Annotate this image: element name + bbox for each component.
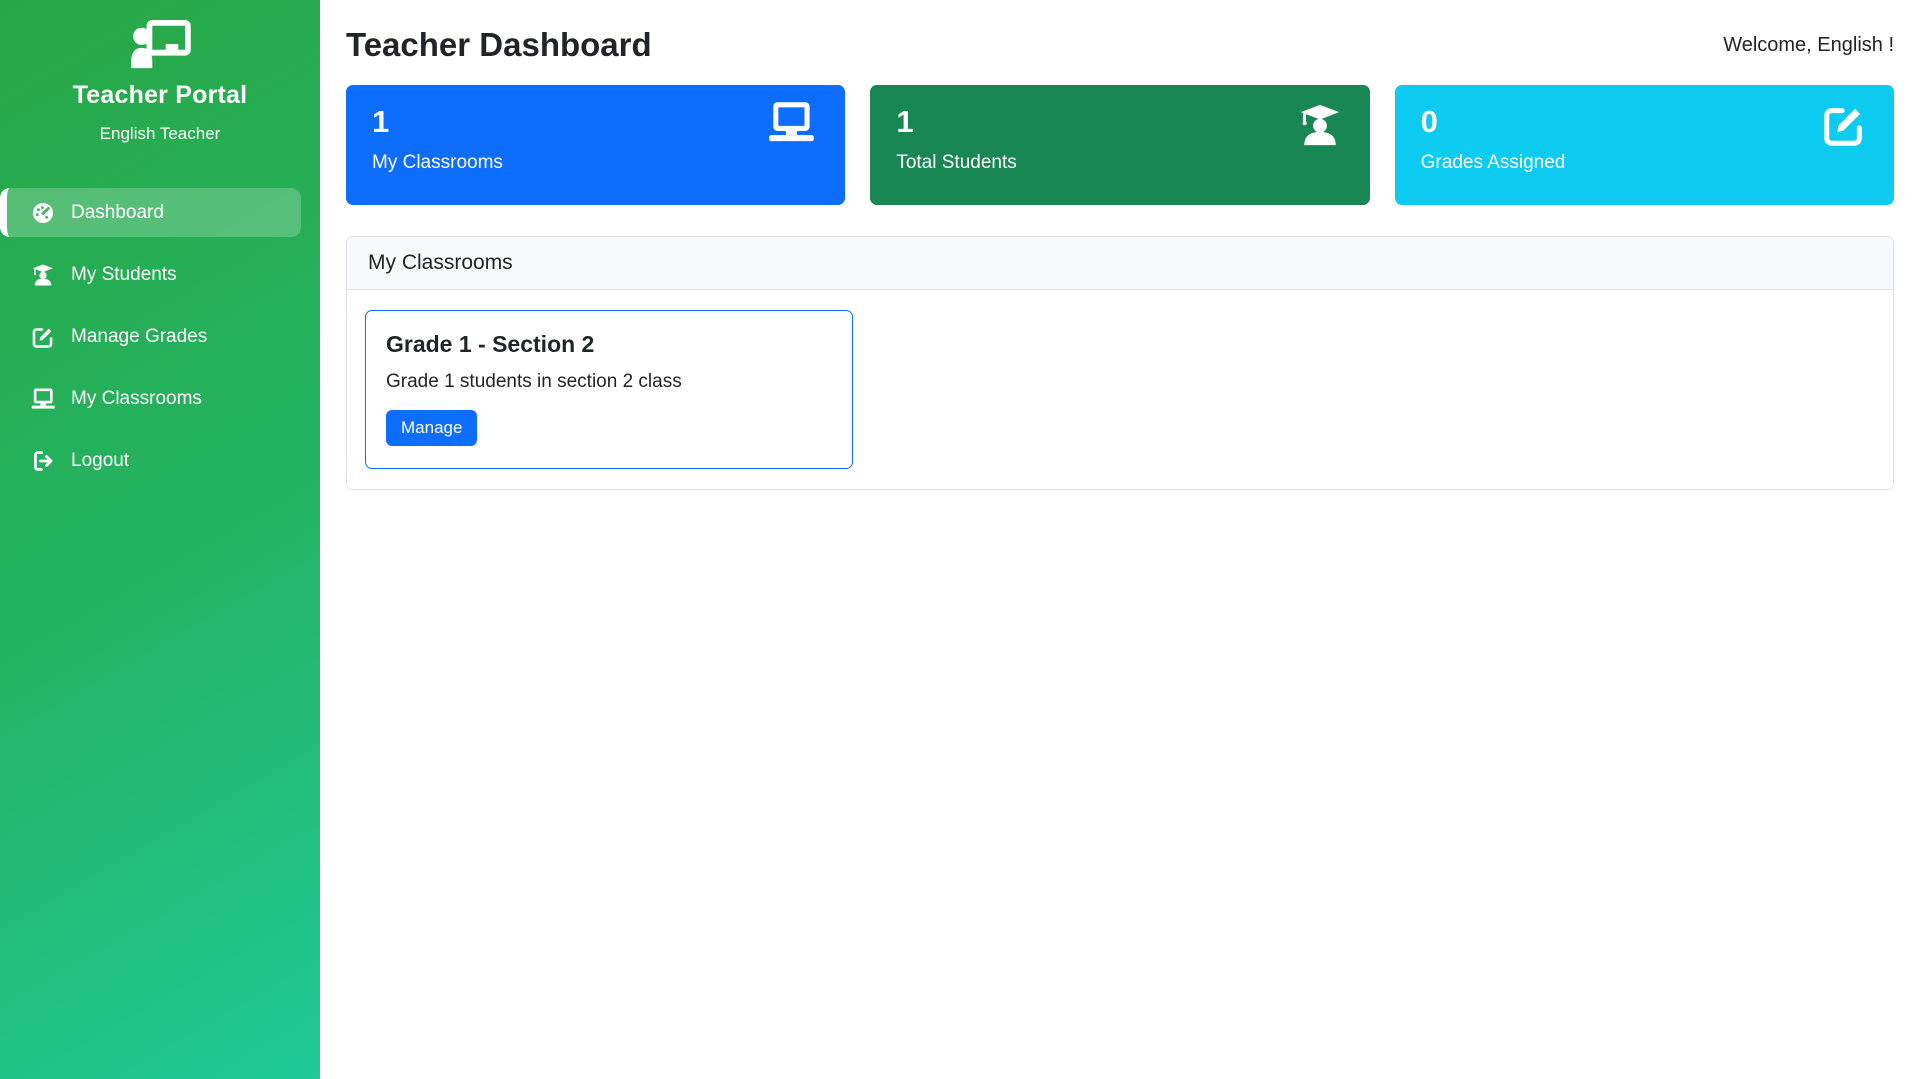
sign-out-icon [28,449,58,473]
sidebar-item-manage-grades[interactable]: Manage Grades [0,312,301,361]
user-graduate-icon [1297,102,1343,153]
sidebar-item-label: Logout [71,450,129,472]
user-graduate-icon [28,263,58,287]
sidebar-item-label: Dashboard [71,202,164,224]
edit-icon [28,325,58,349]
laptop-icon [764,102,818,148]
chalkboard-teacher-icon [129,20,191,75]
stat-value: 1 [372,105,819,139]
brand: Teacher Portal English Teacher [0,0,320,144]
stat-label: Grades Assigned [1421,152,1868,174]
page-header: Teacher Dashboard Welcome, English ! [346,26,1894,64]
classroom-name: Grade 1 - Section 2 [386,331,832,358]
app-title: Teacher Portal [0,81,320,110]
stat-card-my-classrooms: 1 My Classrooms [346,85,845,205]
page-title: Teacher Dashboard [346,26,652,64]
sidebar-item-dashboard[interactable]: Dashboard [0,188,301,237]
app-subtitle: English Teacher [0,124,320,144]
stats-row: 1 My Classrooms 1 Total Students [346,85,1894,205]
stat-card-grades-assigned: 0 Grades Assigned [1395,85,1894,205]
sidebar-nav: Dashboard My Students Man [0,188,320,498]
tachometer-icon [28,201,58,225]
manage-button[interactable]: Manage [386,410,477,446]
sidebar-item-my-students[interactable]: My Students [0,250,301,299]
stat-value: 0 [1421,105,1868,139]
welcome-message: Welcome, English ! [1723,34,1894,57]
sidebar: Teacher Portal English Teacher Dashboard [0,0,320,1079]
sidebar-item-logout[interactable]: Logout [0,436,301,485]
my-classrooms-panel: My Classrooms Grade 1 - Section 2 Grade … [346,236,1894,490]
sidebar-item-label: My Classrooms [71,388,202,410]
sidebar-item-my-classrooms[interactable]: My Classrooms [0,374,301,423]
stat-card-total-students: 1 Total Students [870,85,1369,205]
edit-icon [1821,102,1867,153]
main-content: Teacher Dashboard Welcome, English ! 1 M… [320,0,1919,1079]
stat-value: 1 [896,105,1343,139]
stat-label: Total Students [896,152,1343,174]
sidebar-item-label: My Students [71,264,177,286]
classroom-description: Grade 1 students in section 2 class [386,371,832,393]
sidebar-item-label: Manage Grades [71,326,207,348]
laptop-icon [28,388,58,410]
classroom-card: Grade 1 - Section 2 Grade 1 students in … [365,310,853,469]
panel-body: Grade 1 - Section 2 Grade 1 students in … [347,290,1893,489]
stat-label: My Classrooms [372,152,819,174]
panel-title: My Classrooms [347,237,1893,290]
